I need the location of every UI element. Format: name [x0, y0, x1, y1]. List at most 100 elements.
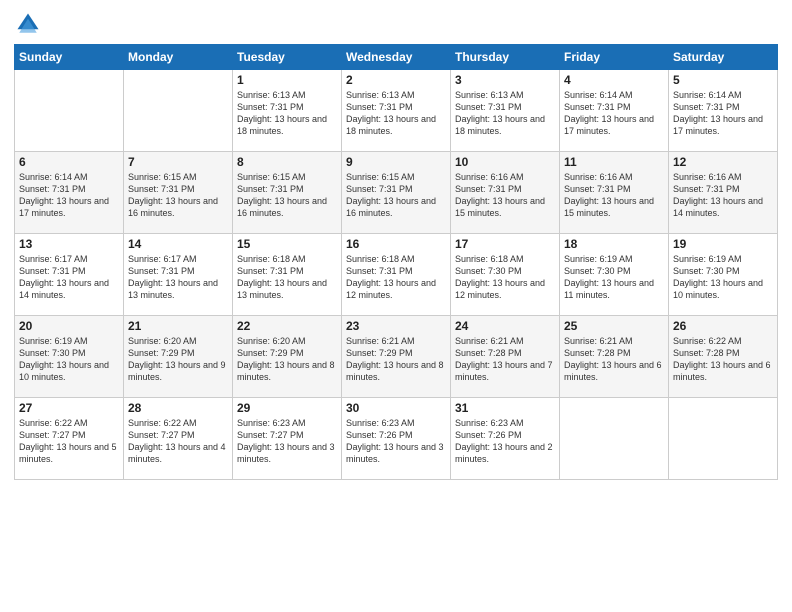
day-info: Sunrise: 6:16 AM Sunset: 7:31 PM Dayligh… [673, 171, 773, 220]
day-cell: 3 Sunrise: 6:13 AM Sunset: 7:31 PM Daylig… [451, 70, 560, 152]
day-info: Sunrise: 6:16 AM Sunset: 7:31 PM Dayligh… [564, 171, 664, 220]
day-info: Sunrise: 6:17 AM Sunset: 7:31 PM Dayligh… [128, 253, 228, 302]
day-cell: 9Sunrise: 6:15 AM Sunset: 7:31 PM Daylig… [342, 152, 451, 234]
day-cell: 30 Sunrise: 6:23 AM Sunset: 7:26 PM Dayli… [342, 398, 451, 480]
day-cell: 22Sunrise: 6:20 AM Sunset: 7:29 PM Dayli… [233, 316, 342, 398]
day-cell: 25 Sunrise: 6:21 AM Sunset: 7:28 PM Dayli… [560, 316, 669, 398]
day-cell: 23 Sunrise: 6:21 AM Sunset: 7:29 PM Dayli… [342, 316, 451, 398]
weekday-header-friday: Friday [560, 45, 669, 70]
day-info: Sunrise: 6:19 AM Sunset: 7:30 PM Dayligh… [19, 335, 119, 384]
day-cell [124, 70, 233, 152]
day-cell: 11 Sunrise: 6:16 AM Sunset: 7:31 PM Dayli… [560, 152, 669, 234]
weekday-header-monday: Monday [124, 45, 233, 70]
day-cell [15, 70, 124, 152]
day-number: 8 [237, 155, 337, 169]
day-number: 31 [455, 401, 555, 415]
weekday-header-thursday: Thursday [451, 45, 560, 70]
day-number: 7 [128, 155, 228, 169]
day-info: Sunrise: 6:19 AM Sunset: 7:30 PM Dayligh… [673, 253, 773, 302]
week-row-3: 13Sunrise: 6:17 AM Sunset: 7:31 PM Dayli… [15, 234, 778, 316]
day-cell: 14 Sunrise: 6:17 AM Sunset: 7:31 PM Dayli… [124, 234, 233, 316]
day-cell [560, 398, 669, 480]
day-cell: 29 Sunrise: 6:23 AM Sunset: 7:27 PM Dayli… [233, 398, 342, 480]
day-number: 17 [455, 237, 555, 251]
day-info: Sunrise: 6:21 AM Sunset: 7:29 PM Dayligh… [346, 335, 446, 384]
day-cell: 7 Sunrise: 6:15 AM Sunset: 7:31 PM Daylig… [124, 152, 233, 234]
day-number: 23 [346, 319, 446, 333]
day-cell: 5 Sunrise: 6:14 AM Sunset: 7:31 PM Daylig… [669, 70, 778, 152]
day-cell: 31 Sunrise: 6:23 AM Sunset: 7:26 PM Dayli… [451, 398, 560, 480]
day-cell: 19 Sunrise: 6:19 AM Sunset: 7:30 PM Dayli… [669, 234, 778, 316]
logo-icon [14, 10, 42, 38]
day-cell: 17Sunrise: 6:18 AM Sunset: 7:30 PM Dayli… [451, 234, 560, 316]
day-info: Sunrise: 6:20 AM Sunset: 7:29 PM Dayligh… [128, 335, 228, 384]
weekday-header-wednesday: Wednesday [342, 45, 451, 70]
page: SundayMondayTuesdayWednesdayThursdayFrid… [0, 0, 792, 612]
weekday-header-saturday: Saturday [669, 45, 778, 70]
weekday-header-row: SundayMondayTuesdayWednesdayThursdayFrid… [15, 45, 778, 70]
day-info: Sunrise: 6:21 AM Sunset: 7:28 PM Dayligh… [564, 335, 664, 384]
day-cell: 26 Sunrise: 6:22 AM Sunset: 7:28 PM Dayli… [669, 316, 778, 398]
week-row-5: 27Sunrise: 6:22 AM Sunset: 7:27 PM Dayli… [15, 398, 778, 480]
day-cell: 1 Sunrise: 6:13 AM Sunset: 7:31 PM Daylig… [233, 70, 342, 152]
week-row-1: 1 Sunrise: 6:13 AM Sunset: 7:31 PM Daylig… [15, 70, 778, 152]
weekday-header-tuesday: Tuesday [233, 45, 342, 70]
day-cell [669, 398, 778, 480]
day-info: Sunrise: 6:13 AM Sunset: 7:31 PM Dayligh… [346, 89, 446, 138]
day-number: 16 [346, 237, 446, 251]
day-cell: 27Sunrise: 6:22 AM Sunset: 7:27 PM Dayli… [15, 398, 124, 480]
day-cell: 10 Sunrise: 6:16 AM Sunset: 7:31 PM Dayli… [451, 152, 560, 234]
day-info: Sunrise: 6:18 AM Sunset: 7:31 PM Dayligh… [346, 253, 446, 302]
week-row-2: 6Sunrise: 6:14 AM Sunset: 7:31 PM Daylig… [15, 152, 778, 234]
day-info: Sunrise: 6:13 AM Sunset: 7:31 PM Dayligh… [455, 89, 555, 138]
calendar: SundayMondayTuesdayWednesdayThursdayFrid… [14, 44, 778, 480]
day-number: 25 [564, 319, 664, 333]
day-info: Sunrise: 6:15 AM Sunset: 7:31 PM Dayligh… [128, 171, 228, 220]
logo [14, 10, 46, 38]
day-info: Sunrise: 6:15 AM Sunset: 7:31 PM Dayligh… [237, 171, 337, 220]
day-number: 15 [237, 237, 337, 251]
day-cell: 4 Sunrise: 6:14 AM Sunset: 7:31 PM Daylig… [560, 70, 669, 152]
day-number: 24 [455, 319, 555, 333]
day-number: 2 [346, 73, 446, 87]
day-number: 29 [237, 401, 337, 415]
day-info: Sunrise: 6:23 AM Sunset: 7:26 PM Dayligh… [455, 417, 555, 466]
day-cell: 8 Sunrise: 6:15 AM Sunset: 7:31 PM Daylig… [233, 152, 342, 234]
day-number: 14 [128, 237, 228, 251]
day-number: 30 [346, 401, 446, 415]
day-cell: 6Sunrise: 6:14 AM Sunset: 7:31 PM Daylig… [15, 152, 124, 234]
day-info: Sunrise: 6:19 AM Sunset: 7:30 PM Dayligh… [564, 253, 664, 302]
day-info: Sunrise: 6:13 AM Sunset: 7:31 PM Dayligh… [237, 89, 337, 138]
day-number: 5 [673, 73, 773, 87]
weekday-header-sunday: Sunday [15, 45, 124, 70]
day-info: Sunrise: 6:14 AM Sunset: 7:31 PM Dayligh… [19, 171, 119, 220]
day-info: Sunrise: 6:14 AM Sunset: 7:31 PM Dayligh… [673, 89, 773, 138]
day-info: Sunrise: 6:18 AM Sunset: 7:31 PM Dayligh… [237, 253, 337, 302]
day-cell: 13Sunrise: 6:17 AM Sunset: 7:31 PM Dayli… [15, 234, 124, 316]
day-number: 11 [564, 155, 664, 169]
day-info: Sunrise: 6:22 AM Sunset: 7:28 PM Dayligh… [673, 335, 773, 384]
day-number: 1 [237, 73, 337, 87]
day-info: Sunrise: 6:15 AM Sunset: 7:31 PM Dayligh… [346, 171, 446, 220]
day-info: Sunrise: 6:16 AM Sunset: 7:31 PM Dayligh… [455, 171, 555, 220]
day-cell: 2 Sunrise: 6:13 AM Sunset: 7:31 PM Daylig… [342, 70, 451, 152]
day-number: 3 [455, 73, 555, 87]
day-number: 10 [455, 155, 555, 169]
day-number: 20 [19, 319, 119, 333]
week-row-4: 20 Sunrise: 6:19 AM Sunset: 7:30 PM Dayli… [15, 316, 778, 398]
day-number: 27 [19, 401, 119, 415]
day-cell: 24Sunrise: 6:21 AM Sunset: 7:28 PM Dayli… [451, 316, 560, 398]
day-info: Sunrise: 6:23 AM Sunset: 7:26 PM Dayligh… [346, 417, 446, 466]
day-cell: 16 Sunrise: 6:18 AM Sunset: 7:31 PM Dayli… [342, 234, 451, 316]
day-info: Sunrise: 6:14 AM Sunset: 7:31 PM Dayligh… [564, 89, 664, 138]
day-cell: 21Sunrise: 6:20 AM Sunset: 7:29 PM Dayli… [124, 316, 233, 398]
day-cell: 18Sunrise: 6:19 AM Sunset: 7:30 PM Dayli… [560, 234, 669, 316]
day-number: 12 [673, 155, 773, 169]
day-number: 22 [237, 319, 337, 333]
header [14, 10, 778, 38]
day-number: 26 [673, 319, 773, 333]
day-number: 28 [128, 401, 228, 415]
day-number: 19 [673, 237, 773, 251]
day-number: 4 [564, 73, 664, 87]
day-info: Sunrise: 6:23 AM Sunset: 7:27 PM Dayligh… [237, 417, 337, 466]
